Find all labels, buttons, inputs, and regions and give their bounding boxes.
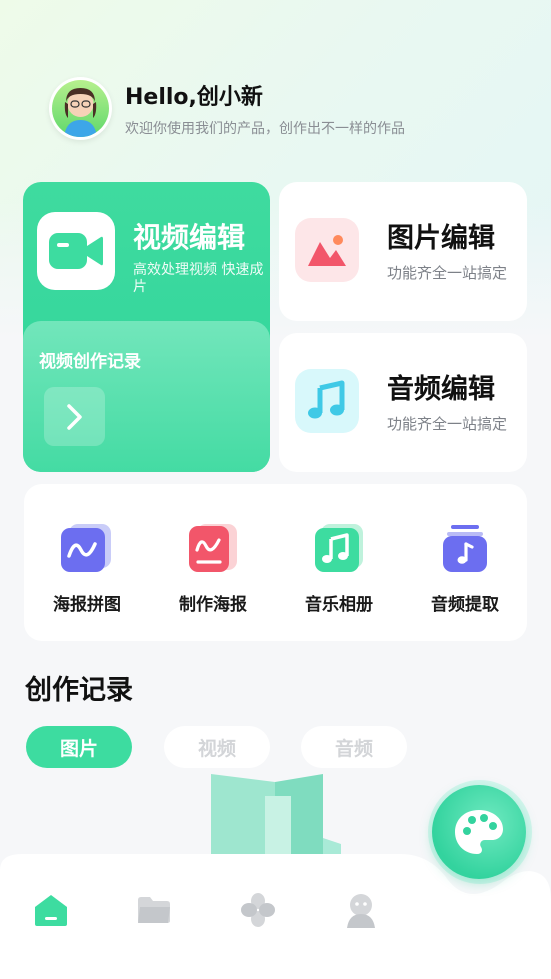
tool-make-poster[interactable]: 制作海报 (150, 484, 276, 641)
tool-poster-collage[interactable]: 海报拼图 (24, 484, 150, 641)
folder-icon (138, 897, 170, 923)
nav-files[interactable] (134, 890, 174, 930)
audio-edit-card[interactable]: 音频编辑 功能齐全一站搞定 (279, 333, 527, 472)
tool-music-album[interactable]: 音乐相册 (276, 484, 402, 641)
video-edit-description: 高效处理视频 快速成片 (133, 262, 264, 295)
create-fab-button[interactable] (432, 785, 526, 879)
tool-audio-extract[interactable]: 音频提取 (402, 484, 528, 641)
tab-videos[interactable]: 视频 (164, 726, 270, 768)
tool-label: 海报拼图 (53, 595, 121, 615)
chevron-right-icon (66, 403, 82, 430)
palette-icon (455, 810, 503, 854)
tool-label: 制作海报 (179, 595, 247, 615)
avatar[interactable] (49, 77, 112, 140)
tab-audio[interactable]: 音频 (301, 726, 407, 768)
audio-edit-description: 功能齐全一站搞定 (387, 415, 508, 433)
poster-collage-icon (61, 522, 113, 574)
video-camera-icon (37, 212, 115, 290)
nav-profile[interactable] (341, 890, 381, 930)
video-edit-title: 视频编辑 (133, 221, 246, 254)
image-edit-description: 功能齐全一站搞定 (387, 264, 508, 282)
video-record-panel[interactable]: 视频创作记录 (23, 321, 270, 472)
image-edit-title: 图片编辑 (387, 223, 495, 254)
video-record-arrow-button[interactable] (44, 387, 105, 446)
tab-images[interactable]: 图片 (26, 726, 132, 768)
tools-panel: 海报拼图 制作海报 音乐相册 音频提取 (24, 484, 527, 641)
greeting-subtitle: 欢迎你使用我们的产品，创作出不一样的作品 (125, 121, 405, 137)
avatar-image (52, 80, 109, 137)
make-poster-icon (187, 522, 239, 574)
records-section-title: 创作记录 (25, 675, 133, 706)
music-note-icon (295, 369, 359, 433)
audio-extract-icon (439, 522, 491, 574)
tool-label: 音乐相册 (305, 595, 373, 615)
nav-home[interactable] (31, 890, 71, 930)
profile-icon (347, 894, 375, 928)
image-edit-card[interactable]: 图片编辑 功能齐全一站搞定 (279, 182, 527, 321)
music-album-icon (313, 522, 365, 574)
image-icon (295, 218, 359, 282)
video-edit-card[interactable]: 视频编辑 高效处理视频 快速成片 视频创作记录 (23, 182, 270, 472)
apps-icon (241, 893, 275, 927)
tool-label: 音频提取 (431, 595, 499, 615)
video-record-label: 视频创作记录 (39, 352, 141, 372)
home-icon (35, 895, 67, 926)
nav-apps[interactable] (238, 890, 278, 930)
greeting-title: Hello,创小新 (125, 85, 263, 110)
audio-edit-title: 音频编辑 (387, 374, 495, 405)
